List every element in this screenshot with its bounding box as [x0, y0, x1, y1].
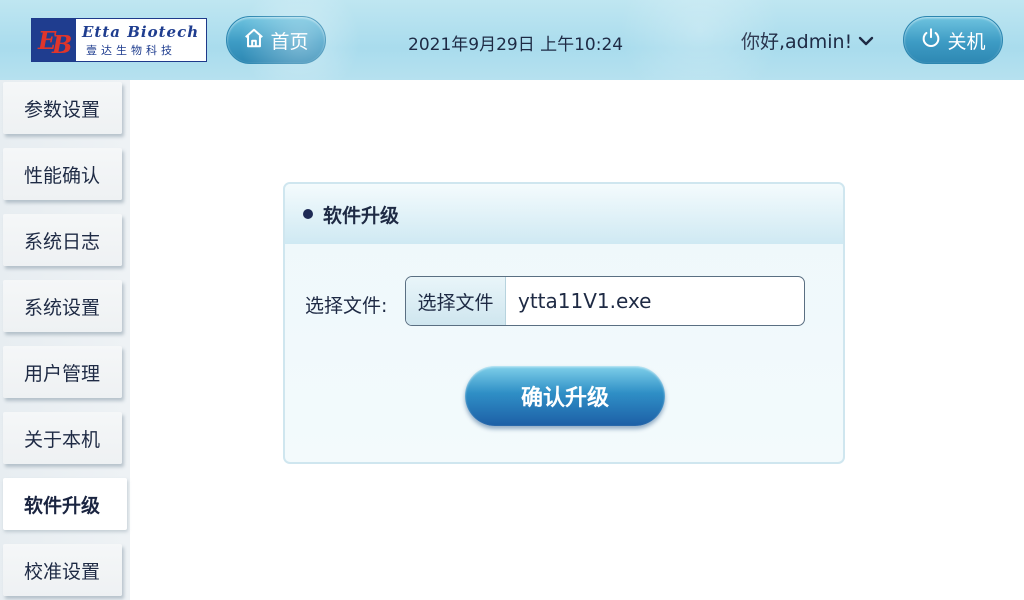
logo-chinese-name: 壹达生物科技 — [86, 43, 176, 57]
sidebar-item-label: 性能确认 — [24, 164, 101, 187]
sidebar-item-user-management[interactable]: 用户管理 — [3, 346, 122, 398]
confirm-upgrade-button[interactable]: 确认升级 — [465, 366, 665, 426]
logo-mark: E B — [32, 19, 76, 61]
shutdown-label: 关机 — [947, 30, 986, 53]
sidebar-item-label: 校准设置 — [24, 560, 101, 583]
home-label: 首页 — [270, 30, 309, 53]
panel-title: 软件升级 — [323, 204, 400, 227]
shutdown-button[interactable]: 关机 — [903, 16, 1003, 64]
greeting-text: 你好,admin! — [741, 31, 853, 53]
sidebar: 参数设置 性能确认 系统日志 系统设置 用户管理 关于本机 软件升级 校准设置 — [0, 80, 130, 600]
logo-english-name: Etta Biotech — [82, 22, 200, 41]
bullet-icon — [303, 209, 313, 219]
sidebar-item-label: 关于本机 — [24, 428, 101, 451]
sidebar-item-parameter-settings[interactable]: 参数设置 — [3, 82, 122, 134]
sidebar-item-label: 用户管理 — [24, 362, 101, 385]
software-upgrade-panel: 软件升级 选择文件: 选择文件 ytta11V1.exe 确认升级 — [283, 182, 845, 464]
selected-file-name: ytta11V1.exe — [518, 289, 652, 313]
top-header: E B Etta Biotech 壹达生物科技 首页 2021年9月29日 上午… — [0, 0, 1024, 80]
panel-header: 软件升级 — [285, 184, 843, 244]
sidebar-item-performance-check[interactable]: 性能确认 — [3, 148, 122, 200]
choose-file-button[interactable]: 选择文件 — [406, 277, 506, 325]
sidebar-item-label: 系统设置 — [24, 296, 101, 319]
current-datetime: 2021年9月29日 上午10:24 — [408, 35, 624, 55]
sidebar-item-label: 系统日志 — [24, 230, 101, 253]
sidebar-item-calibration-settings[interactable]: 校准设置 — [3, 544, 122, 596]
file-field-label: 选择文件: — [305, 295, 388, 317]
power-icon — [920, 27, 942, 54]
sidebar-item-software-upgrade[interactable]: 软件升级 — [3, 478, 127, 530]
svg-text:B: B — [51, 30, 72, 59]
sidebar-item-system-settings[interactable]: 系统设置 — [3, 280, 122, 332]
company-logo: E B Etta Biotech 壹达生物科技 — [31, 18, 207, 62]
home-button[interactable]: 首页 — [226, 16, 326, 64]
home-icon — [243, 27, 265, 54]
chevron-down-icon — [858, 30, 874, 52]
sidebar-item-about[interactable]: 关于本机 — [3, 412, 122, 464]
sidebar-item-label: 软件升级 — [24, 494, 101, 517]
file-input[interactable]: 选择文件 ytta11V1.exe — [405, 276, 805, 326]
user-menu[interactable]: 你好,admin! — [741, 27, 874, 54]
sidebar-item-label: 参数设置 — [24, 98, 101, 121]
sidebar-item-system-log[interactable]: 系统日志 — [3, 214, 122, 266]
